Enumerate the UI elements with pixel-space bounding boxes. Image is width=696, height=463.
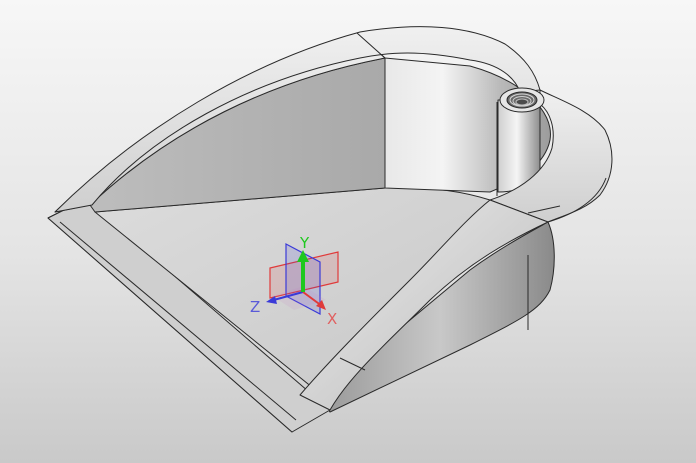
thread-ring-3 xyxy=(515,98,529,106)
z-axis-label: Z xyxy=(250,298,260,316)
y-axis-label: Y xyxy=(299,234,310,252)
x-axis-label: X xyxy=(327,310,337,328)
cad-viewport[interactable]: Y Z X xyxy=(0,0,696,463)
part-body[interactable] xyxy=(47,26,613,433)
model-view[interactable]: Y Z X xyxy=(0,0,696,463)
